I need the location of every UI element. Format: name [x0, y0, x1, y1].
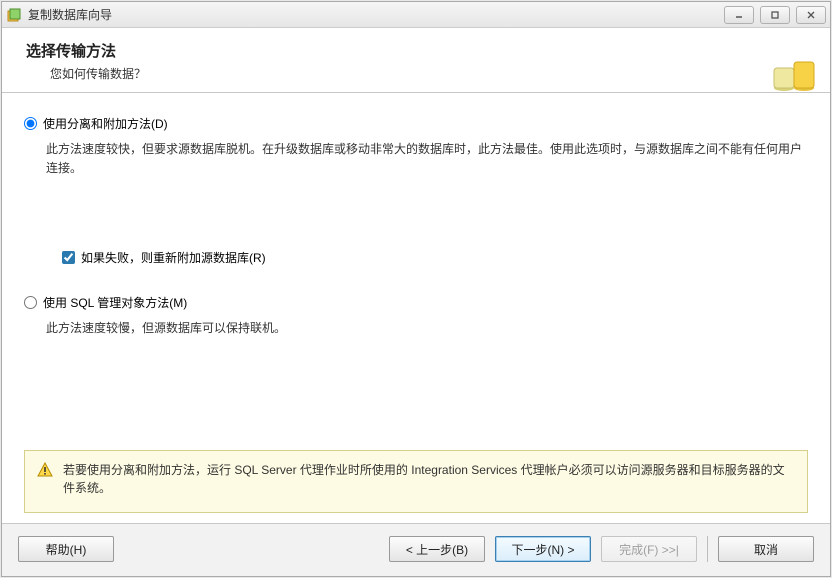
finish-button: 完成(F) >>| [601, 536, 697, 562]
header-graphic [760, 42, 820, 92]
next-button-label: 下一步(N) > [511, 541, 574, 558]
help-button-label: 帮助(H) [46, 541, 87, 558]
window-title: 复制数据库向导 [28, 6, 112, 23]
back-button[interactable]: < 上一步(B) [389, 536, 485, 562]
finish-button-label: 完成(F) >>| [619, 541, 679, 558]
wizard-content: 使用分离和附加方法(D) 此方法速度较快，但要求源数据库脱机。在升级数据库或移动… [2, 93, 830, 523]
checkbox-reattach-label: 如果失败，则重新附加源数据库(R) [81, 249, 266, 266]
radio-detach-attach[interactable] [24, 117, 37, 130]
checkbox-reattach[interactable]: 如果失败，则重新附加源数据库(R) [62, 249, 808, 266]
app-icon [6, 7, 22, 23]
radio-smo[interactable] [24, 296, 37, 309]
close-button[interactable] [796, 6, 826, 24]
minimize-button[interactable] [724, 6, 754, 24]
page-subtitle: 您如何传输数据？ [26, 65, 812, 82]
button-separator [707, 536, 708, 562]
checkbox-reattach-input[interactable] [62, 251, 75, 264]
titlebar: 复制数据库向导 [2, 2, 830, 28]
option-smo-label: 使用 SQL 管理对象方法(M) [43, 294, 187, 311]
wizard-window: 复制数据库向导 选择传输方法 您如何传输数据？ [1, 1, 831, 577]
next-button[interactable]: 下一步(N) > [495, 536, 591, 562]
cancel-button-label: 取消 [754, 541, 778, 558]
option-smo[interactable]: 使用 SQL 管理对象方法(M) [24, 294, 808, 311]
option-detach-attach-desc: 此方法速度较快，但要求源数据库脱机。在升级数据库或移动非常大的数据库时，此方法最… [46, 140, 808, 177]
cancel-button[interactable]: 取消 [718, 536, 814, 562]
info-box: 若要使用分离和附加方法，运行 SQL Server 代理作业时所使用的 Inte… [24, 450, 808, 513]
warning-icon [37, 462, 53, 478]
wizard-header: 选择传输方法 您如何传输数据？ [2, 28, 830, 93]
maximize-button[interactable] [760, 6, 790, 24]
info-text: 若要使用分离和附加方法，运行 SQL Server 代理作业时所使用的 Inte… [63, 461, 795, 498]
option-detach-attach-label: 使用分离和附加方法(D) [43, 115, 168, 132]
back-button-label: < 上一步(B) [406, 541, 468, 558]
page-title: 选择传输方法 [26, 40, 812, 61]
wizard-footer: 帮助(H) < 上一步(B) 下一步(N) > 完成(F) >>| 取消 [2, 523, 830, 576]
window-controls [724, 6, 826, 24]
option-smo-desc: 此方法速度较慢，但源数据库可以保持联机。 [46, 319, 808, 338]
help-button[interactable]: 帮助(H) [18, 536, 114, 562]
option-detach-attach[interactable]: 使用分离和附加方法(D) [24, 115, 808, 132]
